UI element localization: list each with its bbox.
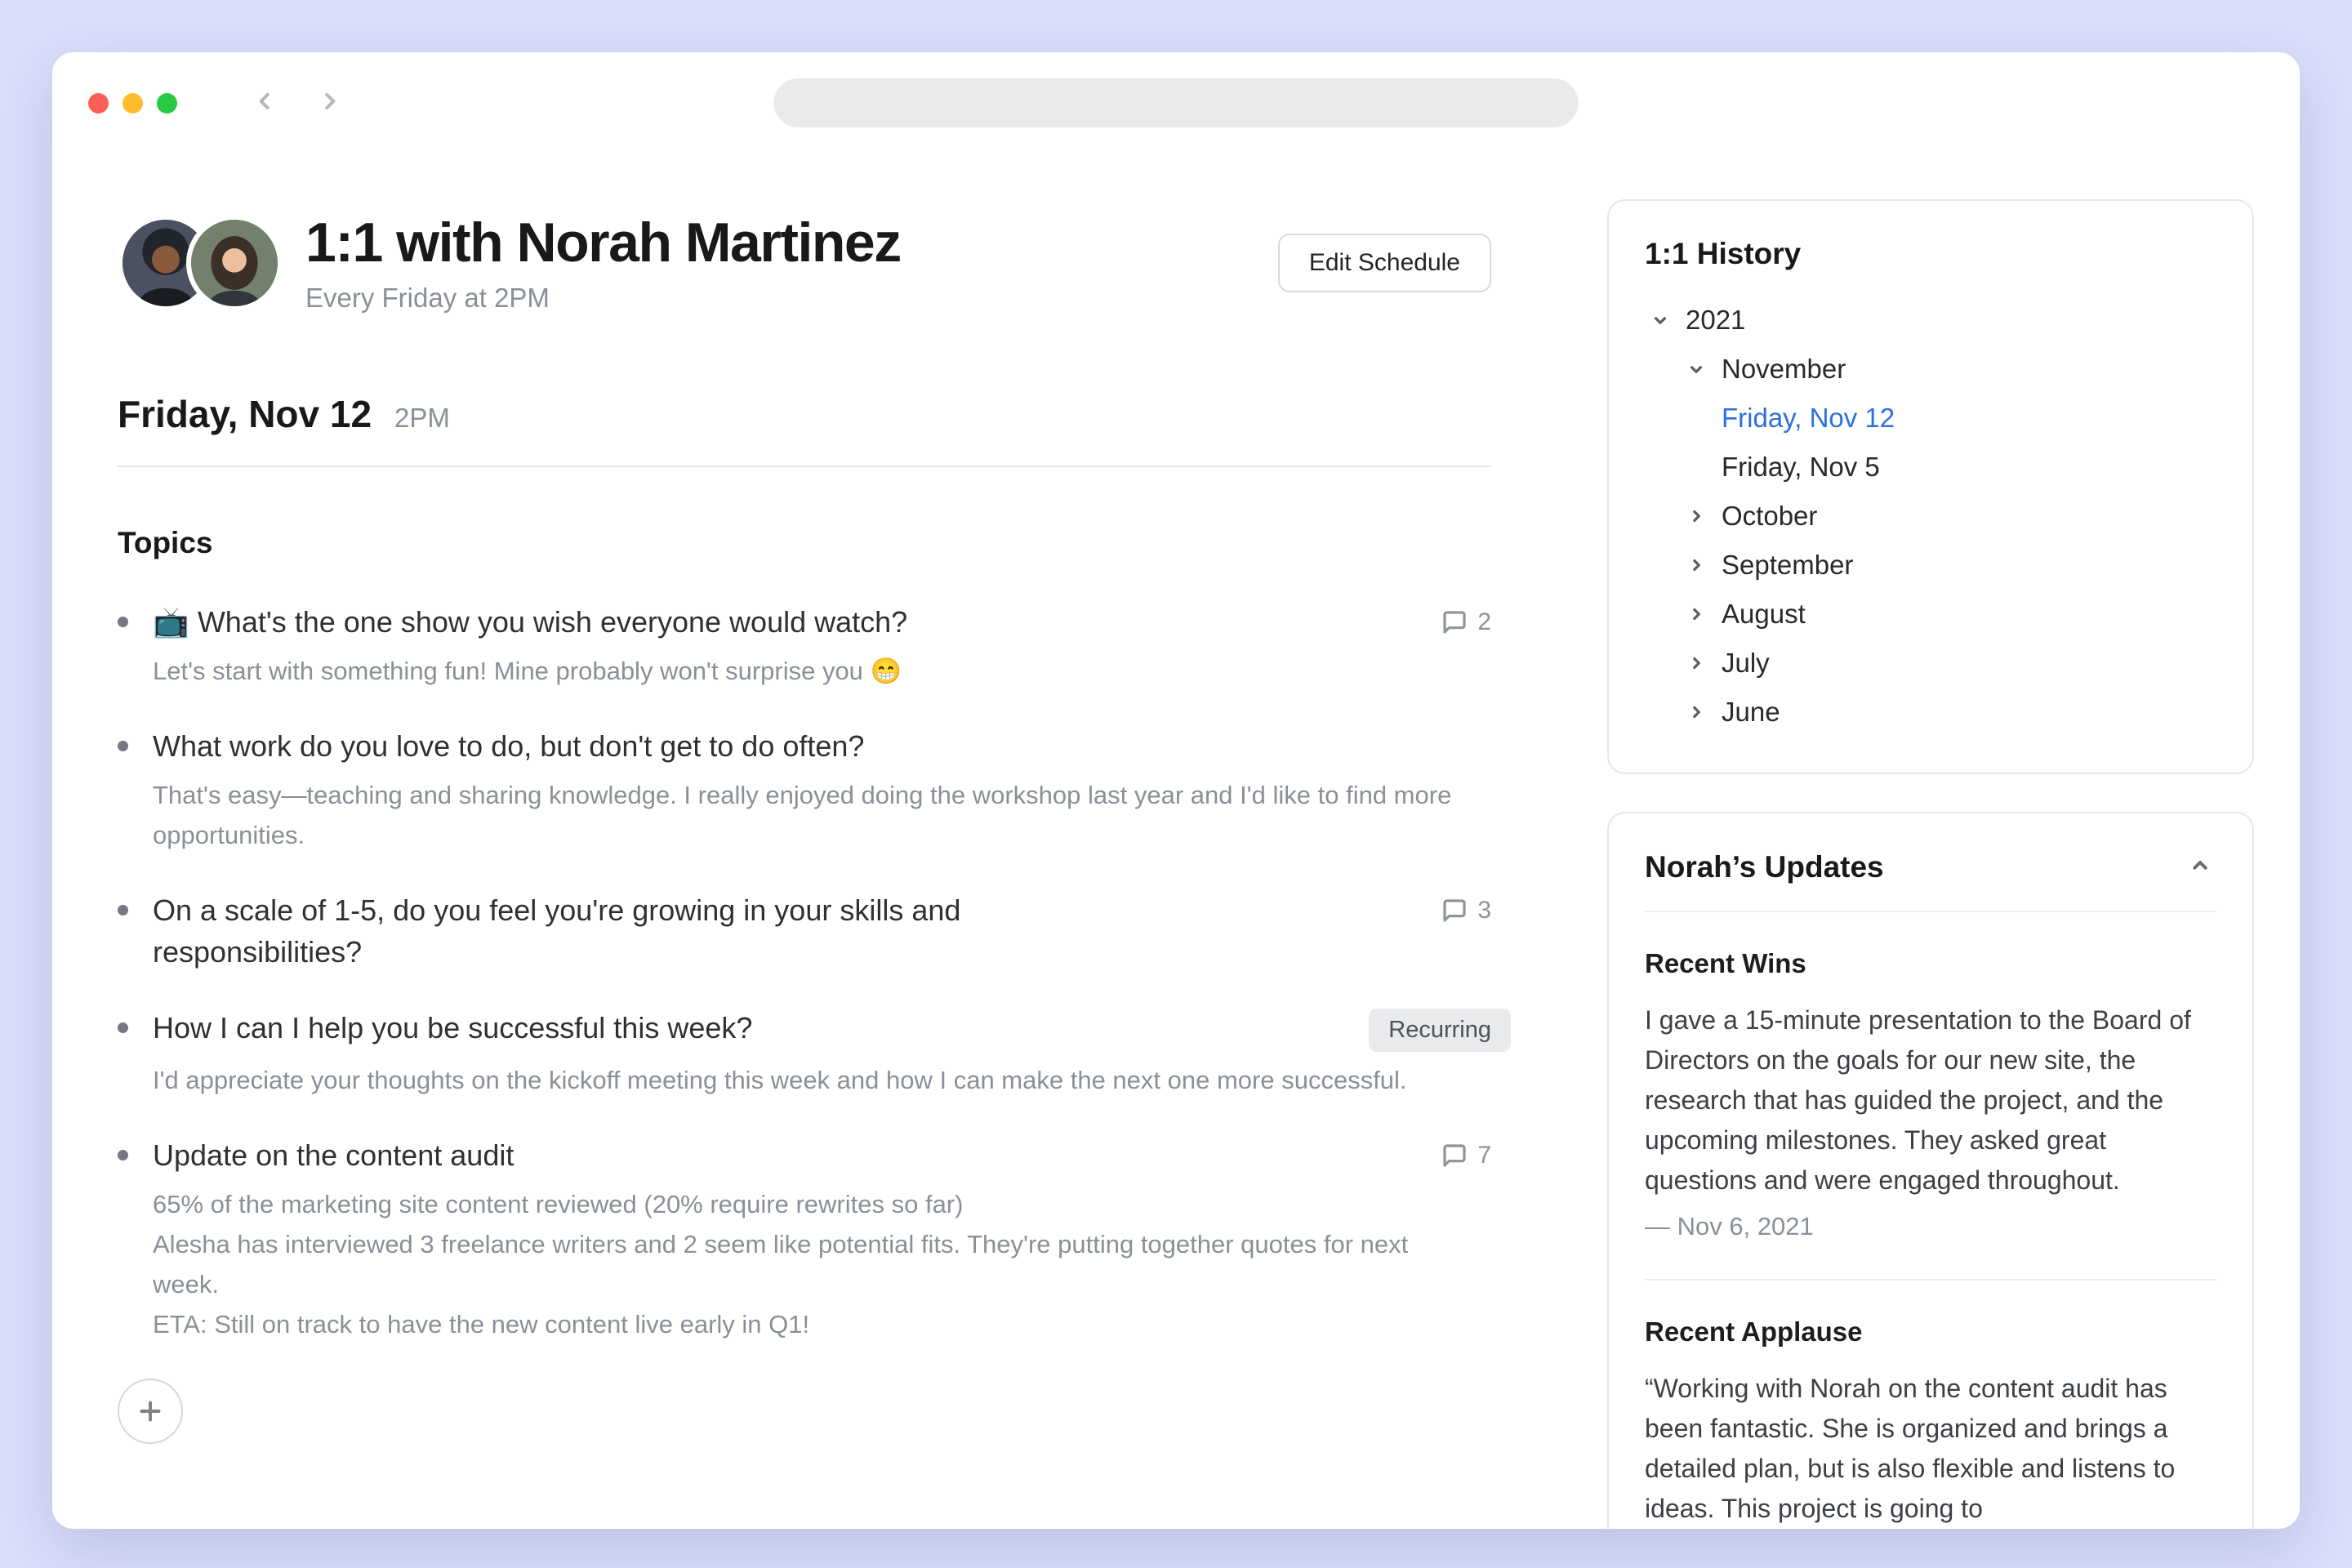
collapse-updates-button[interactable] [2184,849,2216,884]
updates-title: Norah’s Updates [1645,850,1884,884]
history-item-nov-12[interactable]: Friday, Nov 12 [1645,394,2216,443]
meeting-header: 1:1 with Norah Martinez Every Friday at … [118,212,1544,314]
topic-text[interactable]: What work do you love to do, but don't g… [153,725,864,767]
participant-avatars [118,215,283,311]
add-topic-button[interactable] [118,1379,183,1444]
updates-section-heading: Recent Applause [1645,1316,2216,1348]
topic-item: 📺 What's the one show you wish everyone … [118,601,1544,691]
updates-section-date: — Nov 6, 2021 [1645,1212,2216,1241]
history-item-november[interactable]: November [1645,345,2216,394]
comment-count[interactable]: 2 [1441,601,1491,636]
divider [1645,1279,2216,1281]
divider [1645,911,2216,912]
chevron-right-icon[interactable] [1686,604,1722,625]
topic-note[interactable]: 65% of the marketing site content review… [153,1184,1459,1224]
main-column: 1:1 with Norah Martinez Every Friday at … [118,154,1544,1529]
chevron-down-icon[interactable] [1650,310,1686,331]
topics-heading: Topics [118,526,1544,560]
updates-section-body: “Working with Norah on the content audit… [1645,1369,2216,1529]
comment-icon [1441,898,1468,924]
close-button[interactable] [88,93,109,114]
topic-list: 📺 What's the one show you wish everyone … [118,601,1544,1344]
updates-section-body: I gave a 15-minute presentation to the B… [1645,1000,2216,1200]
next-time-heading: Next Time [118,1524,1544,1529]
topic-note[interactable]: I'd appreciate your thoughts on the kick… [153,1060,1459,1100]
history-item-nov-5[interactable]: Friday, Nov 5 [1645,443,2216,492]
bullet-icon [118,905,128,915]
recurring-badge: Recurring [1369,1009,1511,1052]
topic-note[interactable]: Alesha has interviewed 3 freelance write… [153,1224,1459,1304]
updates-section-wins: Recent Wins I gave a 15-minute presentat… [1645,948,2216,1241]
history-item-june[interactable]: June [1645,688,2216,737]
minimize-button[interactable] [122,93,143,114]
history-card: 1:1 History 2021 November Friday, Nov 12 [1607,199,2254,774]
titlebar [52,52,2300,154]
traffic-lights [88,93,177,114]
chevron-right-icon[interactable] [1686,702,1722,723]
app-window: 1:1 with Norah Martinez Every Friday at … [52,52,2300,1529]
zoom-button[interactable] [157,93,177,114]
plus-icon [136,1396,165,1426]
comment-icon [1441,609,1468,635]
title-block: 1:1 with Norah Martinez Every Friday at … [305,212,901,314]
topic-item: How I can I help you be successful this … [118,1007,1544,1100]
chevron-right-icon[interactable] [1686,653,1722,674]
back-icon[interactable] [252,88,278,118]
history-item-october[interactable]: October [1645,492,2216,541]
sidebar: 1:1 History 2021 November Friday, Nov 12 [1607,154,2254,1529]
address-bar[interactable] [774,78,1579,127]
nav-arrows [252,88,342,118]
history-title: 1:1 History [1645,237,2216,271]
chevron-right-icon[interactable] [1686,555,1722,576]
bullet-icon [118,741,128,751]
forward-icon[interactable] [316,88,342,118]
topic-note[interactable]: That's easy—teaching and sharing knowled… [153,775,1459,855]
bullet-icon [118,1022,128,1033]
chevron-up-icon [2187,853,2213,879]
meeting-time: 2PM [394,403,450,434]
history-item-july[interactable]: July [1645,639,2216,688]
topic-text[interactable]: On a scale of 1-5, do you feel you're gr… [153,889,1100,973]
topic-item: On a scale of 1-5, do you feel you're gr… [118,889,1544,973]
comment-count[interactable]: 3 [1441,889,1491,924]
topic-text[interactable]: 📺 What's the one show you wish everyone … [153,601,907,643]
topic-item: What work do you love to do, but don't g… [118,725,1544,855]
updates-section-applause: Recent Applause “Working with Norah on t… [1645,1316,2216,1529]
history-tree: 2021 November Friday, Nov 12 Friday, Nov… [1645,296,2216,737]
history-item-2021[interactable]: 2021 [1645,296,2216,345]
topic-text[interactable]: How I can I help you be successful this … [153,1007,752,1049]
bullet-icon [118,1150,128,1160]
edit-schedule-button[interactable]: Edit Schedule [1278,234,1491,292]
chevron-right-icon[interactable] [1686,506,1722,527]
bullet-icon [118,617,128,627]
comment-count[interactable]: 7 [1441,1134,1491,1169]
updates-card: Norah’s Updates Recent Wins I gave a 15-… [1607,812,2254,1529]
meeting-date: Friday, Nov 12 [118,392,372,436]
topic-item: Update on the content audit 7 65% of the… [118,1134,1544,1344]
comment-icon [1441,1143,1468,1169]
meeting-schedule-subtitle: Every Friday at 2PM [305,283,901,314]
page-title: 1:1 with Norah Martinez [305,212,901,273]
avatar-norah[interactable] [186,215,283,311]
chevron-down-icon[interactable] [1686,359,1722,380]
meeting-date-row: Friday, Nov 12 2PM [118,392,1544,436]
history-item-august[interactable]: August [1645,590,2216,639]
updates-section-heading: Recent Wins [1645,948,2216,979]
topic-note[interactable]: Let's start with something fun! Mine pro… [153,651,1459,691]
divider [118,466,1491,467]
topic-note[interactable]: ETA: Still on track to have the new cont… [153,1304,1459,1344]
history-item-september[interactable]: September [1645,541,2216,590]
content-area: 1:1 with Norah Martinez Every Friday at … [52,154,2300,1529]
topic-text[interactable]: Update on the content audit [153,1134,514,1176]
